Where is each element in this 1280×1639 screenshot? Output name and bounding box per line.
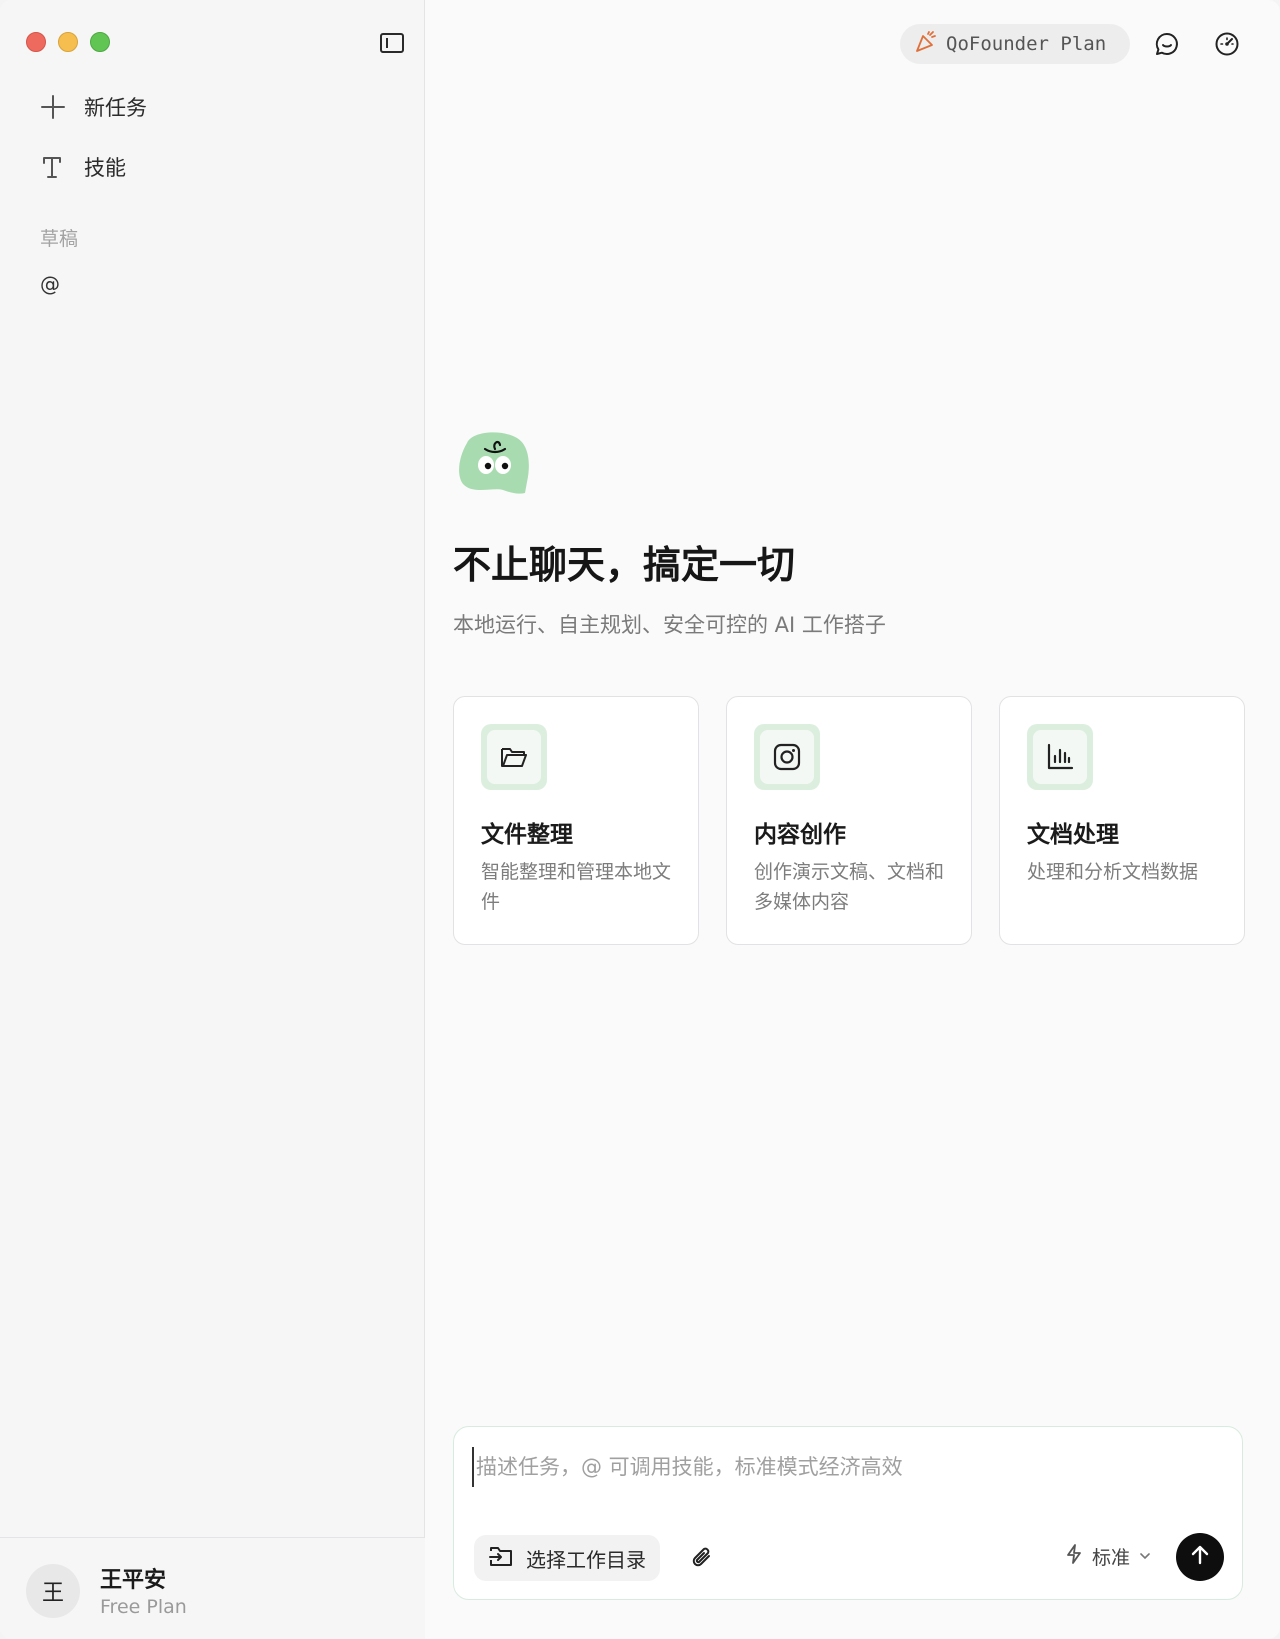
chevron-down-icon xyxy=(1138,1546,1152,1568)
party-popper-icon xyxy=(914,30,938,59)
paperclip-icon[interactable] xyxy=(690,1545,716,1571)
bar-chart-icon xyxy=(1033,730,1087,784)
minimize-window-button[interactable] xyxy=(58,32,78,52)
card-title: 文档处理 xyxy=(1027,822,1119,848)
feature-card-doc-processing[interactable]: 文档处理 处理和分析文档数据 xyxy=(999,696,1245,945)
skills-button[interactable]: 技能 xyxy=(38,152,126,182)
new-task-button[interactable]: 新任务 xyxy=(38,92,147,122)
plus-icon xyxy=(38,92,68,122)
lightning-icon xyxy=(1064,1543,1084,1570)
user-plan: Free Plan xyxy=(100,1596,187,1618)
user-name: 王平安 xyxy=(100,1568,167,1593)
select-directory-label: 选择工作目录 xyxy=(526,1547,646,1572)
arrow-up-icon xyxy=(1188,1543,1212,1571)
top-bar: QoFounder Plan xyxy=(425,22,1280,64)
feature-card-content-creation[interactable]: 内容创作 创作演示文稿、文档和多媒体内容 xyxy=(726,696,972,945)
card-description: 创作演示文稿、文档和多媒体内容 xyxy=(754,861,945,913)
instagram-icon xyxy=(760,730,814,784)
window-controls xyxy=(26,32,110,52)
card-icon-frame xyxy=(481,724,547,790)
main-panel: QoFounder Plan 不止聊天，搞定一切 本地运行、自主规划、安全可控的… xyxy=(425,0,1280,1639)
send-button[interactable] xyxy=(1176,1533,1224,1581)
maximize-window-button[interactable] xyxy=(90,32,110,52)
hero-subtitle: 本地运行、自主规划、安全可控的 AI 工作搭子 xyxy=(453,613,886,637)
plan-badge-button[interactable]: QoFounder Plan xyxy=(900,24,1130,64)
app-logo xyxy=(455,425,533,503)
mode-select[interactable]: 标准 xyxy=(1064,1543,1152,1570)
task-input[interactable] xyxy=(472,1447,1212,1487)
card-icon-frame xyxy=(1027,724,1093,790)
skills-label: 技能 xyxy=(84,156,126,180)
folder-import-icon xyxy=(488,1543,514,1574)
hammer-icon xyxy=(38,152,68,182)
mode-label: 标准 xyxy=(1092,1547,1131,1569)
card-title: 文件整理 xyxy=(481,822,573,848)
avatar: 王 xyxy=(26,1564,80,1618)
card-description: 处理和分析文档数据 xyxy=(1027,861,1199,883)
chat-bubble-icon[interactable] xyxy=(1153,30,1181,58)
folder-open-icon xyxy=(487,730,541,784)
composer: 选择工作目录 标准 xyxy=(453,1426,1243,1600)
close-window-button[interactable] xyxy=(26,32,46,52)
feature-card-file-organize[interactable]: 文件整理 智能整理和管理本地文件 xyxy=(453,696,699,945)
sidebar-toggle-icon[interactable] xyxy=(380,33,404,53)
plan-badge-label: QoFounder Plan xyxy=(946,33,1107,55)
card-description: 智能整理和管理本地文件 xyxy=(481,861,672,913)
drafts-section-label: 草稿 xyxy=(40,228,79,250)
user-profile[interactable]: 王 王平安 Free Plan xyxy=(0,1537,425,1639)
feature-cards: 文件整理 智能整理和管理本地文件 内容创作 创作演示文稿、文档和多媒体内容 文档… xyxy=(453,696,1245,945)
app-window: 新任务 技能 草稿 @ 王 王平安 Free Plan QoFounder Pl… xyxy=(0,0,1280,1639)
sidebar: 新任务 技能 草稿 @ 王 王平安 Free Plan xyxy=(0,0,425,1639)
card-icon-frame xyxy=(754,724,820,790)
draft-item[interactable]: @ xyxy=(40,272,60,296)
card-title: 内容创作 xyxy=(754,822,846,848)
gauge-icon[interactable] xyxy=(1213,30,1241,58)
select-directory-button[interactable]: 选择工作目录 xyxy=(474,1535,660,1581)
hero-title: 不止聊天，搞定一切 xyxy=(453,543,796,587)
new-task-label: 新任务 xyxy=(84,96,147,120)
